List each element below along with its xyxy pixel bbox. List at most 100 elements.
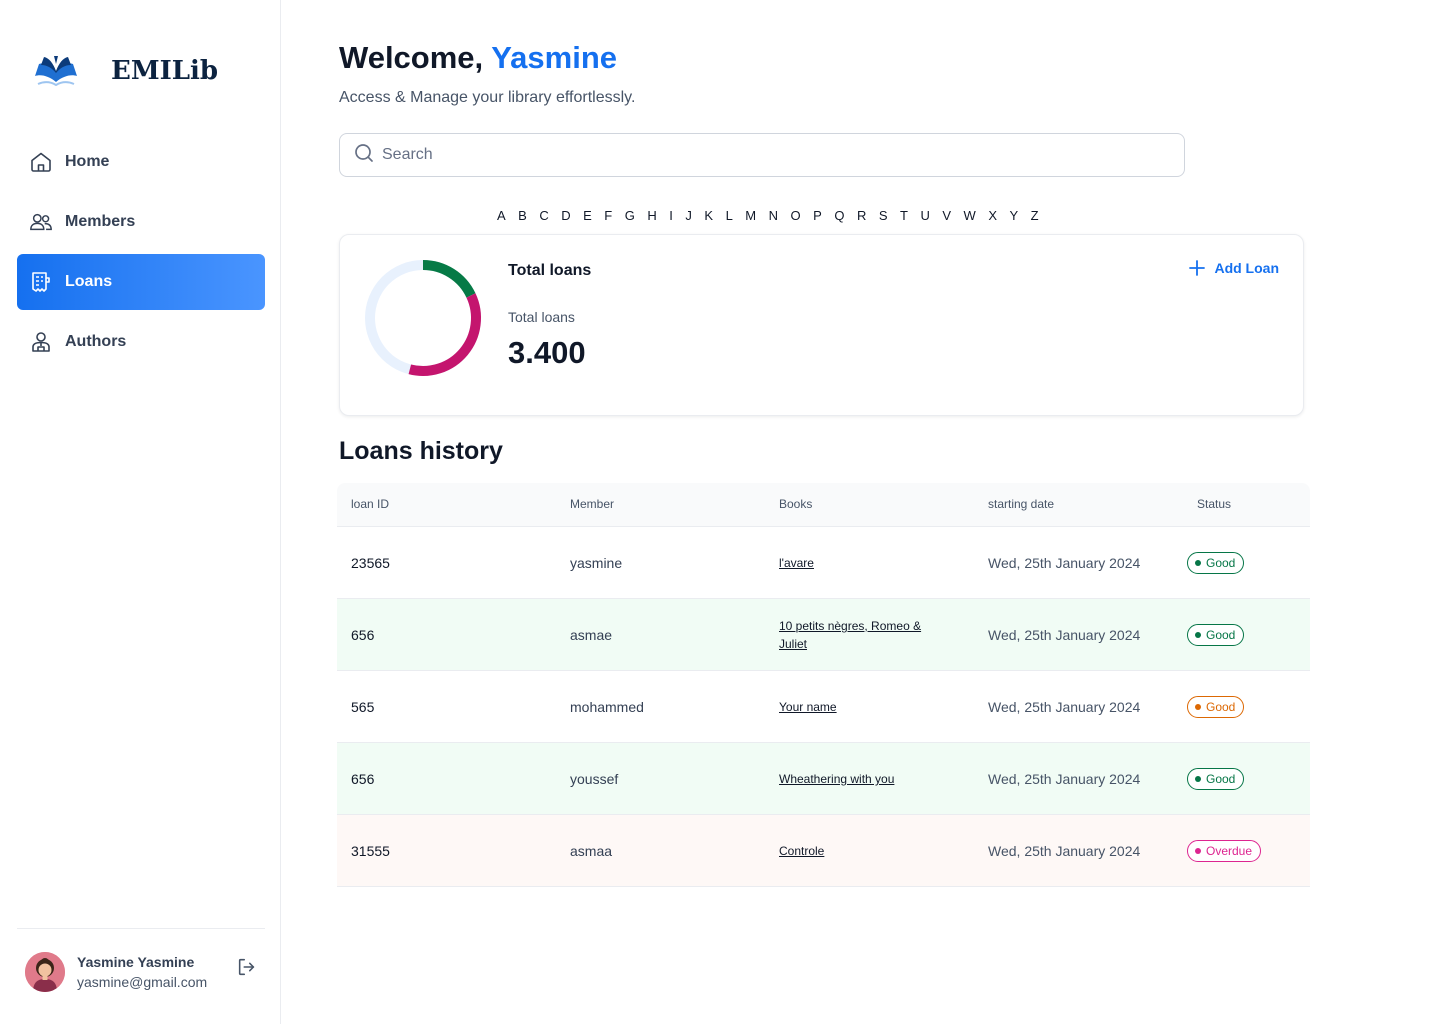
table-row[interactable]: 565 mohammed Your name Wed, 25th January 20…: [337, 671, 1310, 743]
alphabet-letter[interactable]: L: [726, 208, 733, 226]
status-label: Good: [1206, 772, 1236, 786]
status-cell: Good: [1187, 599, 1245, 671]
sidebar: EMILib Home Members Loans Authors Yasmin…: [0, 0, 281, 1024]
alphabet-letter[interactable]: N: [769, 208, 778, 226]
alphabet-letter[interactable]: F: [604, 208, 612, 226]
table-row[interactable]: 656 asmae 10 petits nègres, Romeo & Juliet…: [337, 599, 1310, 671]
page-subtitle: Access & Manage your library effortlessl…: [339, 89, 636, 106]
book-link[interactable]: Controle: [779, 842, 824, 860]
member-cell: mohammed: [570, 699, 644, 715]
member-cell: asmae: [570, 627, 613, 643]
alphabet-letter[interactable]: I: [669, 208, 673, 226]
books-cell: Your name: [779, 671, 949, 743]
column-header-member[interactable]: Member: [570, 497, 614, 511]
alphabet-letter[interactable]: X: [988, 208, 997, 226]
avatar[interactable]: [25, 952, 65, 992]
alphabet-letter[interactable]: B: [518, 208, 527, 226]
table-row[interactable]: 23565 yasmine l'avare Wed, 25th January 202…: [337, 527, 1310, 599]
column-header-books[interactable]: Books: [779, 497, 812, 511]
loans-history-title: Loans history: [339, 437, 503, 465]
status-cell: Good: [1187, 743, 1245, 815]
summary-value: 3.400: [508, 335, 586, 370]
book-link[interactable]: 10 petits nègres, Romeo & Juliet: [779, 617, 949, 653]
alphabet-letter[interactable]: U: [920, 208, 929, 226]
status-badge: Overdue: [1187, 840, 1262, 862]
column-header-loan-id[interactable]: loan ID: [351, 497, 389, 511]
alphabet-letter[interactable]: V: [942, 208, 951, 226]
member-cell: asmaa: [570, 843, 613, 859]
user-email: yasmine@gmail.com: [77, 974, 208, 990]
book-link[interactable]: l'avare: [779, 554, 814, 572]
book-link[interactable]: Wheathering with you: [779, 770, 894, 788]
author-icon: [29, 330, 53, 354]
sidebar-divider: [17, 928, 265, 929]
nav-item-loans[interactable]: Loans: [17, 254, 265, 310]
home-icon: [29, 150, 53, 174]
alphabet-letter[interactable]: G: [625, 208, 635, 226]
books-cell: Controle: [779, 815, 949, 887]
loan-id-cell: 31555: [351, 843, 390, 859]
nav-item-authors[interactable]: Authors: [17, 314, 265, 370]
alphabet-letter[interactable]: S: [879, 208, 888, 226]
alphabet-letter[interactable]: T: [900, 208, 908, 226]
donut-segment-0: [422, 260, 476, 298]
alphabet-letter[interactable]: J: [685, 208, 692, 226]
nav-item-label: Authors: [65, 333, 127, 350]
nav-item-members[interactable]: Members: [17, 194, 265, 250]
column-header-starting-date[interactable]: starting date: [988, 497, 1054, 511]
status-cell: Good: [1187, 671, 1245, 743]
alphabet-letter[interactable]: P: [813, 208, 822, 226]
alphabet-letter[interactable]: Q: [834, 208, 844, 226]
alphabet-letter[interactable]: A: [497, 208, 506, 226]
status-label: Good: [1206, 556, 1236, 570]
column-header-status[interactable]: Status: [1197, 497, 1231, 511]
books-cell: 10 petits nègres, Romeo & Juliet: [779, 599, 949, 671]
search-input[interactable]: [382, 146, 1162, 164]
summary-title: Total loans: [508, 262, 592, 279]
alphabet-letter[interactable]: M: [745, 208, 756, 226]
member-cell: youssef: [570, 771, 619, 787]
table-row[interactable]: 656 youssef Wheathering with you Wed, 25th …: [337, 743, 1310, 815]
alphabet-letter[interactable]: K: [704, 208, 713, 226]
table-row[interactable]: 31555 asmaa Controle Wed, 25th January 2024…: [337, 815, 1310, 887]
logout-button[interactable]: [236, 956, 260, 980]
status-label: Overdue: [1206, 844, 1253, 858]
user-name: Yasmine Yasmine: [77, 954, 195, 970]
loans-summary-card: Total loans Total loans 3.400 Add Loan: [339, 234, 1304, 416]
alphabet-letter[interactable]: C: [539, 208, 548, 226]
welcome-text: Welcome,: [339, 40, 484, 75]
main-nav: Home Members Loans Authors: [17, 134, 265, 374]
status-dot: [1195, 704, 1201, 710]
nav-item-home[interactable]: Home: [17, 134, 265, 190]
books-cell: Wheathering with you: [779, 743, 949, 815]
alphabet-letter[interactable]: W: [964, 208, 976, 226]
logout-icon: [236, 958, 258, 982]
alphabet-letter[interactable]: R: [857, 208, 866, 226]
loan-id-cell: 565: [351, 699, 375, 715]
brand-logo[interactable]: EMILib: [32, 52, 218, 97]
alphabet-letter[interactable]: D: [561, 208, 570, 226]
alphabet-letter[interactable]: E: [583, 208, 592, 226]
status-label: Good: [1206, 700, 1236, 714]
add-loan-button[interactable]: Add Loan: [1188, 259, 1279, 277]
alphabet-filter: ABCDEFGHIJKLMNOPQRSTUVWXYZ: [497, 208, 1051, 226]
table-header: loan ID Member Books starting date Statu…: [337, 483, 1310, 527]
status-dot: [1195, 776, 1201, 782]
plus-icon: [1188, 259, 1206, 277]
loans-table: loan ID Member Books starting date Statu…: [337, 483, 1310, 887]
date-cell: Wed, 25th January 2024: [988, 699, 1141, 715]
search-icon: [354, 143, 374, 168]
open-book-icon: [32, 52, 80, 97]
search-box[interactable]: [339, 133, 1185, 177]
alphabet-letter[interactable]: Z: [1031, 208, 1039, 226]
book-link[interactable]: Your name: [779, 698, 837, 716]
status-badge: Good: [1187, 624, 1245, 646]
status-dot: [1195, 848, 1201, 854]
alphabet-letter[interactable]: Y: [1009, 208, 1018, 226]
users-icon: [29, 210, 53, 234]
alphabet-letter[interactable]: O: [791, 208, 801, 226]
status-dot: [1195, 560, 1201, 566]
date-cell: Wed, 25th January 2024: [988, 627, 1141, 643]
loan-id-cell: 656: [351, 627, 375, 643]
alphabet-letter[interactable]: H: [647, 208, 656, 226]
